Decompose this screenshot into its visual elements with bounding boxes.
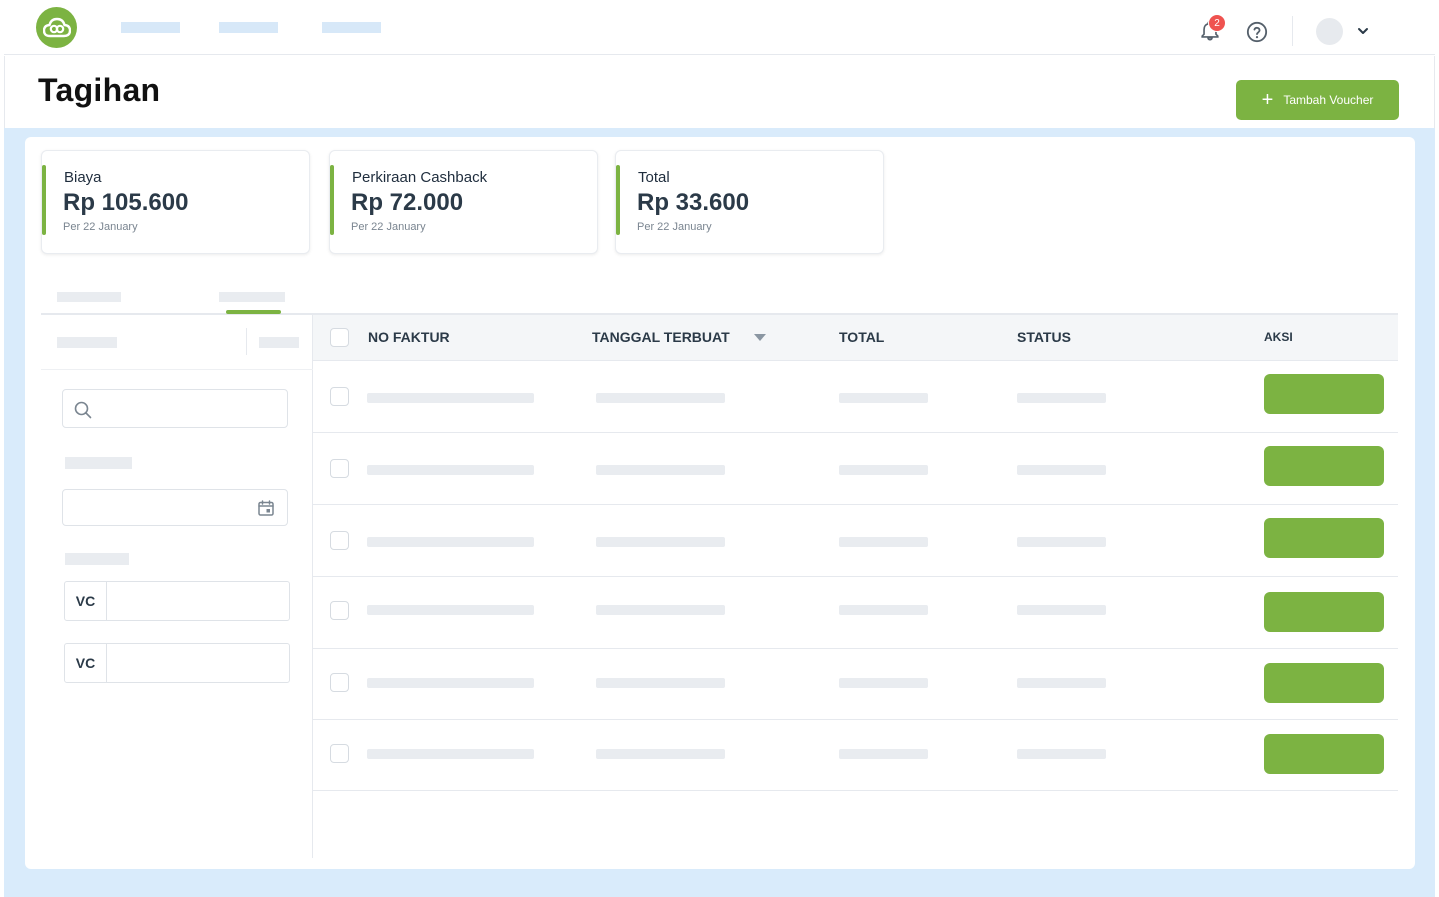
table-row — [313, 577, 1398, 649]
summary-card-cashback: Perkiraan Cashback Rp 72.000 Per 22 Janu… — [329, 150, 598, 254]
logo-icon[interactable] — [36, 7, 77, 48]
summary-accent-bar — [42, 165, 46, 235]
nav-divider — [1292, 16, 1293, 46]
summary-accent-bar — [330, 165, 334, 235]
cell-placeholder — [367, 678, 534, 688]
nav-link-placeholder[interactable] — [121, 22, 180, 33]
cell-placeholder — [1017, 393, 1106, 403]
add-voucher-button[interactable]: + Tambah Voucher — [1236, 80, 1399, 120]
summary-label: Total — [638, 169, 670, 186]
cell-placeholder — [839, 393, 928, 403]
sort-down-icon[interactable] — [754, 334, 766, 341]
table-header: NO FAKTUR TANGGAL TERBUAT TOTAL STATUS A… — [313, 315, 1398, 361]
avatar[interactable] — [1316, 18, 1343, 45]
cell-placeholder — [1017, 537, 1106, 547]
chevron-down-icon[interactable] — [1356, 24, 1370, 38]
cell-placeholder — [367, 605, 534, 615]
column-header-tanggal-terbuat[interactable]: TANGGAL TERBUAT — [592, 329, 730, 345]
row-action-button[interactable] — [1264, 446, 1384, 486]
page-header: Tagihan + Tambah Voucher — [4, 56, 1435, 128]
column-header-status[interactable]: STATUS — [1017, 329, 1071, 345]
row-checkbox[interactable] — [330, 459, 349, 478]
summary-date: Per 22 January — [63, 221, 138, 233]
summary-date: Per 22 January — [637, 221, 712, 233]
summary-value: Rp 72.000 — [351, 189, 464, 216]
cell-placeholder — [839, 678, 928, 688]
summary-label: Biaya — [64, 169, 102, 186]
voucher-label-placeholder — [65, 553, 129, 565]
row-checkbox[interactable] — [330, 387, 349, 406]
cell-placeholder — [596, 537, 725, 547]
cell-placeholder — [367, 393, 534, 403]
cell-placeholder — [1017, 678, 1106, 688]
filter-header-divider — [246, 328, 247, 355]
summary-card-total: Total Rp 33.600 Per 22 January — [615, 150, 884, 254]
voucher-code-field[interactable]: VC — [64, 581, 290, 621]
tab-placeholder-active[interactable] — [219, 292, 285, 302]
voucher-prefix: VC — [65, 644, 107, 682]
cell-placeholder — [596, 749, 725, 759]
row-action-button[interactable] — [1264, 734, 1384, 774]
summary-label: Perkiraan Cashback — [352, 169, 488, 186]
cell-placeholder — [367, 465, 534, 475]
cell-placeholder — [839, 537, 928, 547]
table-row — [313, 648, 1398, 720]
row-action-button[interactable] — [1264, 374, 1384, 414]
nav-link-placeholder[interactable] — [219, 22, 278, 33]
filter-reset-placeholder[interactable] — [259, 337, 299, 348]
active-tab-indicator — [226, 310, 281, 314]
search-icon — [74, 401, 92, 419]
summary-card-biaya: Biaya Rp 105.600 Per 22 January — [41, 150, 310, 254]
cell-placeholder — [839, 749, 928, 759]
row-action-button[interactable] — [1264, 592, 1384, 632]
column-header-total[interactable]: TOTAL — [839, 329, 884, 345]
cell-placeholder — [1017, 605, 1106, 615]
help-icon[interactable] — [1246, 21, 1268, 43]
tab-placeholder[interactable] — [57, 292, 121, 302]
row-action-button[interactable] — [1264, 663, 1384, 703]
table-row — [313, 505, 1398, 577]
row-checkbox[interactable] — [330, 673, 349, 692]
voucher-code-field[interactable]: VC — [64, 643, 290, 683]
notification-badge: 2 — [1208, 14, 1226, 32]
select-all-checkbox[interactable] — [330, 328, 349, 347]
nav-link-placeholder[interactable] — [322, 22, 381, 33]
cell-placeholder — [596, 393, 725, 403]
page-title: Tagihan — [38, 72, 161, 108]
filter-header-line — [41, 369, 313, 370]
column-header-aksi: AKSI — [1264, 330, 1293, 344]
cell-placeholder — [839, 605, 928, 615]
table-row — [313, 433, 1398, 505]
voucher-prefix: VC — [65, 582, 107, 620]
table-row — [313, 361, 1398, 433]
calendar-icon — [258, 500, 274, 516]
cell-placeholder — [367, 749, 534, 759]
add-voucher-label: Tambah Voucher — [1283, 93, 1374, 107]
row-action-button[interactable] — [1264, 518, 1384, 558]
row-checkbox[interactable] — [330, 601, 349, 620]
summary-accent-bar — [616, 165, 620, 235]
cell-placeholder — [596, 605, 725, 615]
cell-placeholder — [1017, 465, 1106, 475]
cell-placeholder — [596, 465, 725, 475]
table-row — [313, 719, 1398, 791]
row-checkbox[interactable] — [330, 744, 349, 763]
summary-value: Rp 33.600 — [637, 189, 750, 216]
cell-placeholder — [1017, 749, 1106, 759]
column-header-no-faktur[interactable]: NO FAKTUR — [368, 329, 450, 345]
row-checkbox[interactable] — [330, 531, 349, 550]
search-input[interactable] — [62, 389, 288, 428]
cell-placeholder — [596, 678, 725, 688]
filter-title-placeholder — [57, 337, 117, 348]
plus-icon: + — [1261, 89, 1274, 111]
cell-placeholder — [839, 465, 928, 475]
date-field[interactable] — [62, 489, 288, 526]
summary-value: Rp 105.600 — [63, 189, 189, 216]
date-label-placeholder — [65, 457, 132, 469]
summary-date: Per 22 January — [351, 221, 426, 233]
cell-placeholder — [367, 537, 534, 547]
